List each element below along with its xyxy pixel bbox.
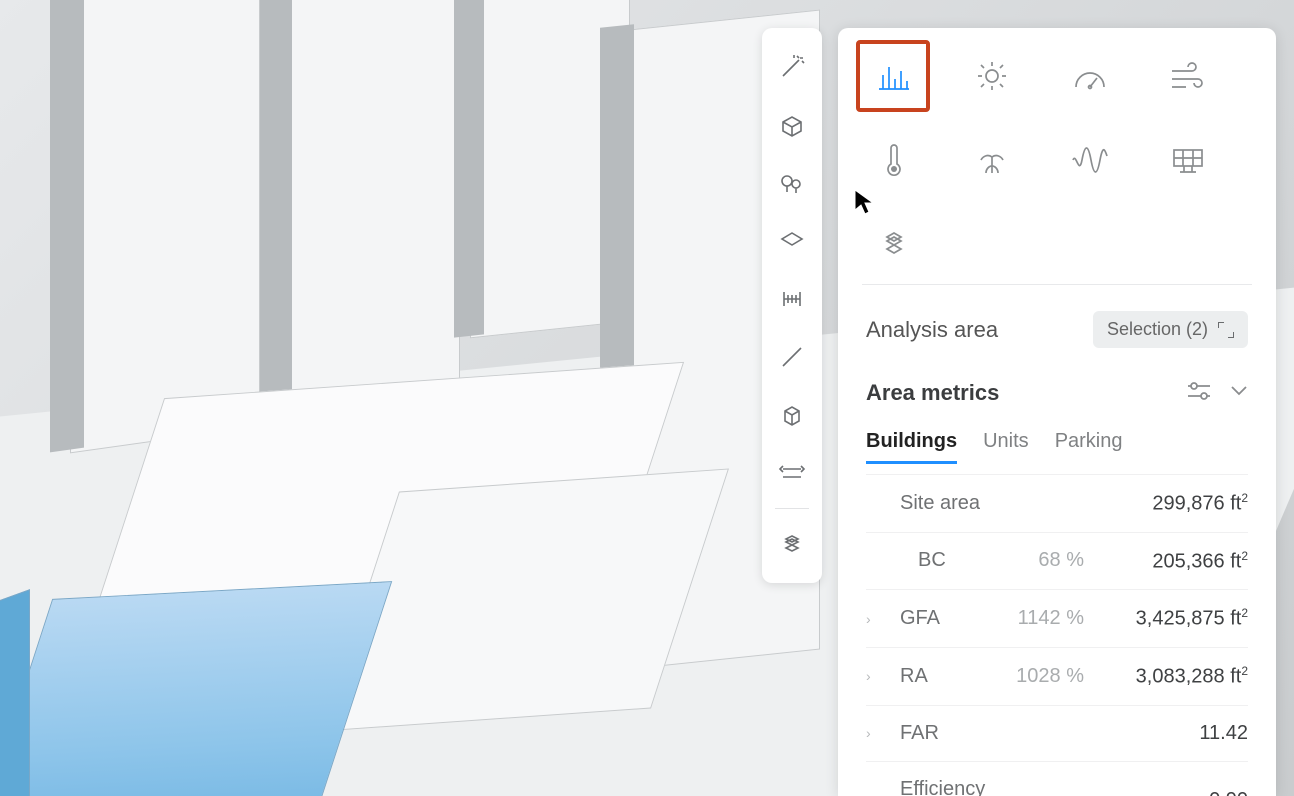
tool-spacing[interactable] — [769, 450, 815, 496]
metric-pct: 68 % — [1004, 549, 1084, 572]
tab-units[interactable]: Units — [983, 430, 1029, 464]
analysis-type-gauge[interactable] — [1062, 48, 1118, 104]
analysis-type-thermometer[interactable] — [866, 132, 922, 188]
cursor-pointer-icon — [852, 188, 880, 216]
tab-parking[interactable]: Parking — [1055, 430, 1123, 464]
metric-name: BC — [900, 549, 990, 572]
analysis-type-solar[interactable] — [1160, 132, 1216, 188]
tab-buildings[interactable]: Buildings — [866, 430, 957, 464]
chevron-right-icon: › — [866, 611, 886, 627]
sliders-icon[interactable] — [1186, 381, 1212, 406]
metric-efficiency[interactable]: › Efficiency factor 0.90 — [866, 761, 1248, 796]
analysis-type-wind[interactable] — [1160, 48, 1216, 104]
chevron-down-icon[interactable] — [1230, 384, 1248, 402]
analysis-type-sun[interactable] — [964, 48, 1020, 104]
selection-chip-text: Selection (2) — [1107, 319, 1208, 340]
analysis-panel: Analysis area Selection (2) Area metrics… — [838, 28, 1276, 796]
tool-line[interactable] — [769, 334, 815, 380]
tool-building-box[interactable] — [769, 102, 815, 148]
analysis-type-mass[interactable] — [866, 216, 922, 272]
metric-val: 0.90 — [1098, 789, 1248, 796]
metric-name: FAR — [900, 722, 990, 745]
metric-val: 3,425,875 ft2 — [1098, 606, 1248, 631]
tool-volume-cube[interactable] — [769, 392, 815, 438]
chevron-right-icon: › — [866, 668, 886, 684]
expand-corners-icon — [1218, 322, 1234, 338]
analysis-type-grid — [866, 48, 1248, 272]
metric-name: GFA — [900, 607, 990, 630]
analysis-type-growth[interactable] — [964, 132, 1020, 188]
tool-layer[interactable] — [769, 218, 815, 264]
selection-chip[interactable]: Selection (2) — [1093, 311, 1248, 348]
area-metrics-title: Area metrics — [866, 380, 999, 406]
metrics-tabs: Buildings Units Parking — [866, 430, 1248, 464]
tool-stack-blocks[interactable] — [769, 521, 815, 567]
tool-trees[interactable] — [769, 160, 815, 206]
metric-name: Site area — [900, 492, 990, 515]
metric-val: 205,366 ft2 — [1098, 549, 1248, 574]
metric-pct: 1142 % — [1004, 607, 1084, 630]
area-metrics-header: Area metrics — [866, 380, 1248, 406]
metric-site-area: Site area 299,876 ft2 — [866, 474, 1248, 532]
analysis-type-noise[interactable] — [1062, 132, 1118, 188]
metric-val: 299,876 ft2 — [1098, 491, 1248, 516]
metric-far[interactable]: › FAR 11.42 — [866, 705, 1248, 761]
metric-val: 11.42 — [1098, 722, 1248, 745]
metric-val: 3,083,288 ft2 — [1098, 664, 1248, 689]
analysis-area-row: Analysis area Selection (2) — [866, 311, 1248, 348]
tool-palette — [762, 28, 822, 583]
chevron-right-icon: › — [866, 725, 886, 741]
metric-pct: 1028 % — [1004, 665, 1084, 688]
metric-gfa[interactable]: › GFA 1142 % 3,425,875 ft2 — [866, 589, 1248, 647]
metric-name: Efficiency factor — [900, 778, 990, 796]
metric-name: RA — [900, 665, 990, 688]
metric-ra[interactable]: › RA 1028 % 3,083,288 ft2 — [866, 647, 1248, 705]
analysis-type-stats[interactable] — [866, 48, 922, 104]
metric-bc: BC 68 % 205,366 ft2 — [866, 532, 1248, 590]
tool-dimension[interactable] — [769, 276, 815, 322]
analysis-area-label: Analysis area — [866, 317, 998, 343]
tool-magic-wand[interactable] — [769, 44, 815, 90]
chevron-right-icon: › — [866, 793, 886, 796]
